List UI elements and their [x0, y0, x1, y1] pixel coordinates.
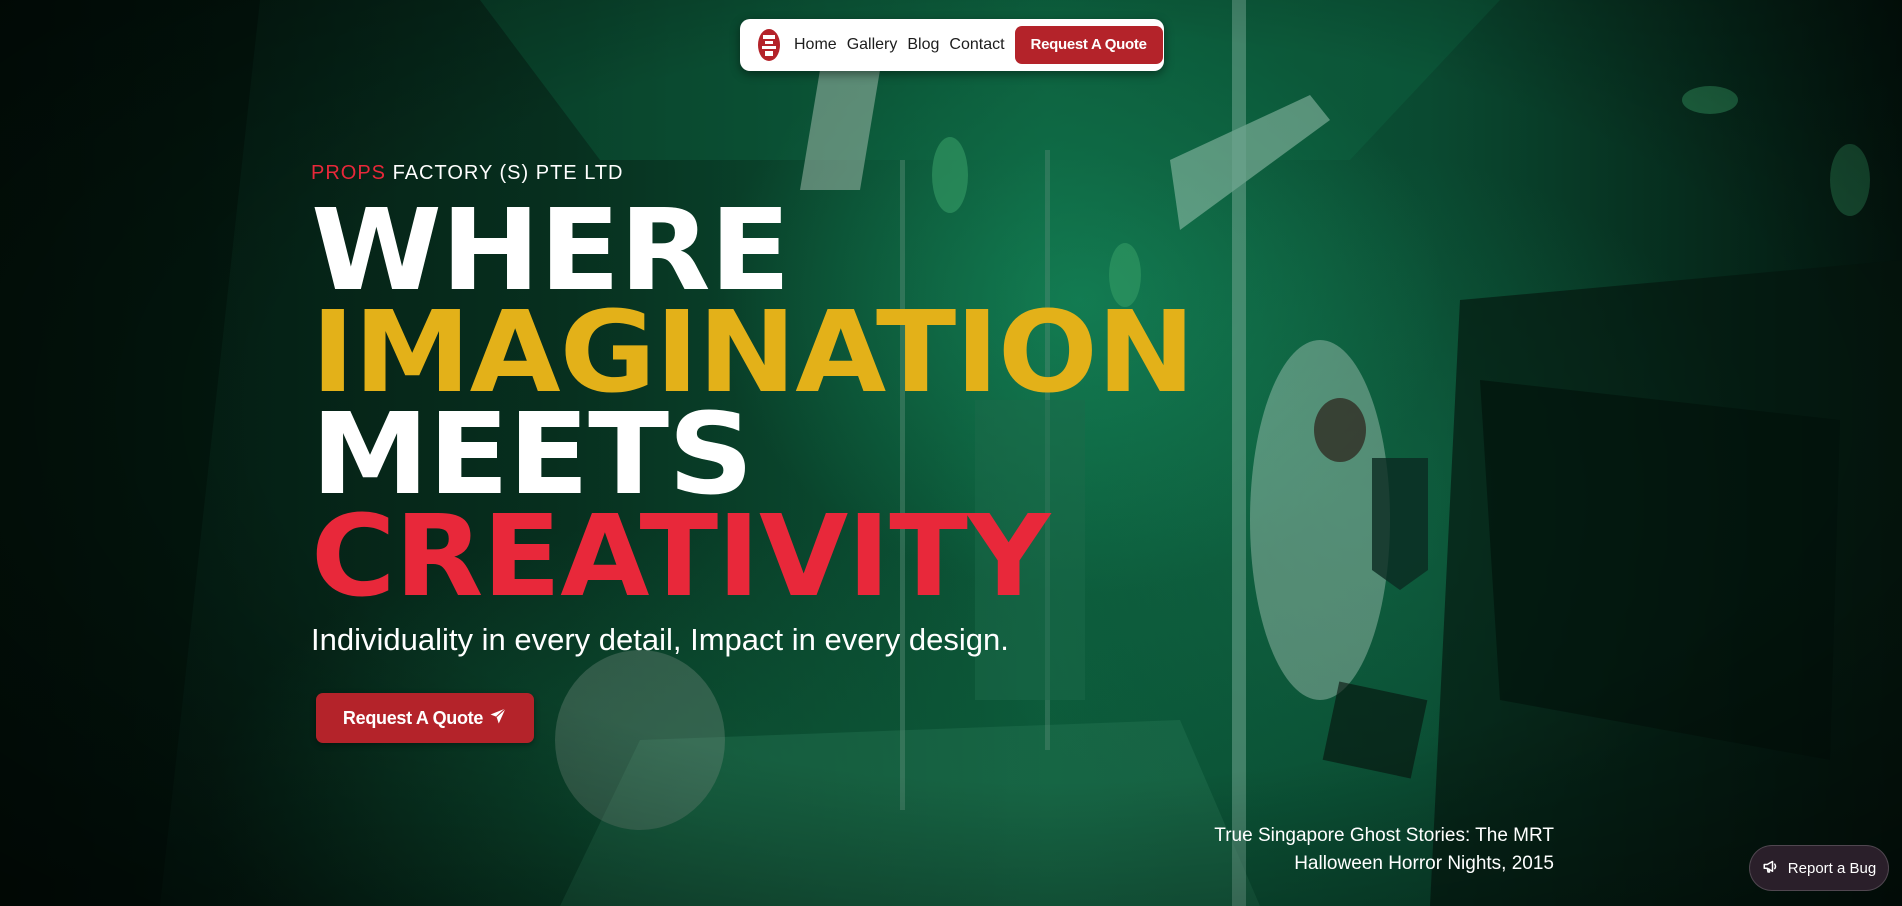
paper-plane-icon [489, 707, 507, 730]
photo-caption: True Singapore Ghost Stories: The MRT Ha… [1214, 822, 1554, 878]
megaphone-icon [1762, 857, 1780, 879]
report-bug-button[interactable]: Report a Bug [1749, 845, 1889, 891]
nav-request-quote-button[interactable]: Request A Quote [1014, 26, 1163, 64]
top-nav: Home Gallery Blog Contact Request A Quot… [740, 19, 1164, 71]
nav-link-contact[interactable]: Contact [949, 36, 1004, 54]
headline-line-4: CREATIVITY [311, 492, 1050, 622]
company-name-accent: PROPS [311, 162, 387, 184]
company-name: PROPS FACTORY (S) PTE LTD [311, 162, 624, 185]
company-name-rest: FACTORY (S) PTE LTD [392, 162, 624, 184]
photo-caption-event: Halloween Horror Nights, 2015 [1294, 853, 1554, 874]
hero-tagline: Individuality in every detail, Impact in… [311, 622, 1009, 657]
headline-line-1: WHERE [311, 186, 791, 316]
hero-request-quote-button[interactable]: Request A Quote [316, 693, 534, 743]
photo-caption-title: True Singapore Ghost Stories: The MRT [1214, 825, 1554, 846]
report-bug-label: Report a Bug [1787, 859, 1877, 877]
headline-line-2: IMAGINATION [311, 288, 1195, 418]
headline-line-3: MEETS [311, 390, 754, 520]
props-factory-logo[interactable] [756, 27, 782, 63]
nav-link-blog[interactable]: Blog [907, 36, 939, 54]
background-photo [0, 0, 1902, 906]
hero-section: Home Gallery Blog Contact Request A Quot… [0, 0, 1902, 906]
nav-link-gallery[interactable]: Gallery [847, 36, 898, 54]
nav-link-home[interactable]: Home [794, 36, 837, 54]
hero-request-quote-label: Request A Quote [342, 707, 484, 728]
